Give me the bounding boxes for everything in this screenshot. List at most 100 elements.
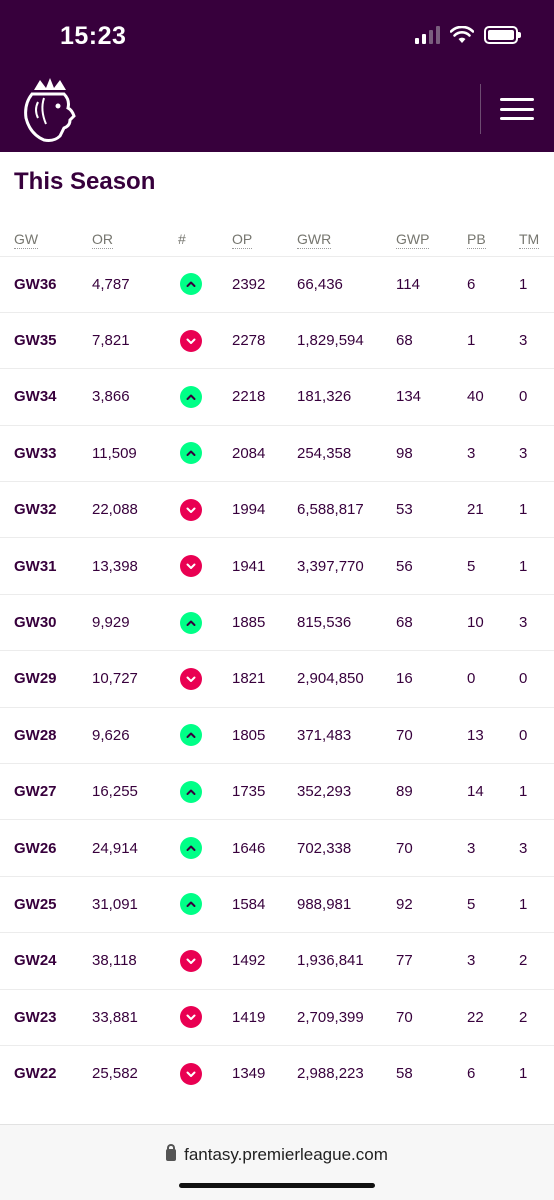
rank-up-icon — [180, 442, 202, 465]
cell-gwr: 352,293 — [297, 763, 396, 820]
cell-tm: 0 — [519, 706, 554, 764]
table-row[interactable]: GW30 9,929 1885 815,536 68 10 3 — [0, 593, 554, 651]
rank-change-cell — [178, 481, 232, 538]
cell-tm: 1 — [519, 875, 554, 933]
cell-gwp: 77 — [396, 932, 467, 990]
cell-gw: GW34 — [0, 368, 92, 426]
column-header-tm[interactable]: TM — [519, 230, 540, 249]
cell-gwr: 371,483 — [297, 706, 396, 764]
cell-pb: 1 — [467, 311, 519, 369]
cell-gw: GW33 — [0, 424, 92, 482]
cell-pb: 21 — [467, 481, 519, 538]
column-header-or[interactable]: OR — [92, 230, 113, 249]
hamburger-menu-icon[interactable] — [500, 98, 534, 120]
table-row[interactable]: GW32 22,088 1994 6,588,817 53 21 1 — [0, 481, 554, 538]
rank-down-icon — [180, 498, 202, 521]
column-header-rank-change[interactable]: # — [178, 231, 186, 248]
table-row[interactable]: GW24 38,118 1492 1,936,841 77 3 2 — [0, 932, 554, 990]
url-text: fantasy.premierleague.com — [184, 1145, 388, 1164]
table-row[interactable]: GW33 11,509 2084 254,358 98 3 3 — [0, 424, 554, 482]
cell-gwr: 66,436 — [297, 255, 396, 313]
rank-change-cell — [178, 593, 232, 651]
cell-gwp: 70 — [396, 819, 467, 877]
cell-pb: 14 — [467, 763, 519, 820]
table-row[interactable]: GW26 24,914 1646 702,338 70 3 3 — [0, 819, 554, 877]
cell-pb: 3 — [467, 424, 519, 482]
rank-change-cell — [178, 706, 232, 764]
cell-gwr: 2,709,399 — [297, 988, 396, 1046]
cell-gw: GW30 — [0, 593, 92, 651]
cell-op: 2218 — [232, 368, 297, 426]
rank-down-icon — [180, 329, 202, 352]
table-row[interactable]: GW27 16,255 1735 352,293 89 14 1 — [0, 763, 554, 820]
cell-or: 9,626 — [92, 706, 178, 764]
rank-down-icon — [180, 1062, 202, 1085]
cell-gw: GW28 — [0, 706, 92, 764]
cell-gwp: 58 — [396, 1044, 467, 1102]
table-row[interactable]: GW31 13,398 1941 3,397,770 56 5 1 — [0, 537, 554, 595]
cell-gw: GW22 — [0, 1044, 92, 1102]
cell-op: 1646 — [232, 819, 297, 877]
rank-up-icon — [180, 893, 202, 916]
cell-gwr: 1,829,594 — [297, 311, 396, 369]
rank-down-icon — [180, 949, 202, 972]
cell-gw: GW25 — [0, 875, 92, 933]
table-row[interactable]: GW34 3,866 2218 181,326 134 40 0 — [0, 368, 554, 426]
status-icons — [415, 26, 521, 44]
cell-tm: 0 — [519, 650, 554, 708]
cell-gw: GW23 — [0, 988, 92, 1046]
cell-pb: 0 — [467, 650, 519, 708]
column-header-gw[interactable]: GW — [14, 230, 39, 249]
cell-or: 7,821 — [92, 311, 178, 369]
cell-gwp: 98 — [396, 424, 467, 482]
column-header-gwr[interactable]: GWR — [297, 230, 332, 249]
cell-gwr: 6,588,817 — [297, 481, 396, 538]
cell-gwp: 16 — [396, 650, 467, 708]
cell-tm: 2 — [519, 932, 554, 990]
cell-pb: 13 — [467, 706, 519, 764]
home-indicator[interactable] — [179, 1183, 375, 1188]
cell-or: 22,088 — [92, 481, 178, 538]
cell-tm: 1 — [519, 255, 554, 313]
table-row[interactable]: GW25 31,091 1584 988,981 92 5 1 — [0, 875, 554, 933]
header-divider — [480, 84, 481, 134]
cell-gwp: 92 — [396, 875, 467, 933]
cell-gw: GW29 — [0, 650, 92, 708]
column-header-op[interactable]: OP — [232, 230, 253, 249]
cell-gwr: 3,397,770 — [297, 537, 396, 595]
cell-op: 1994 — [232, 481, 297, 538]
table-row[interactable]: GW35 7,821 2278 1,829,594 68 1 3 — [0, 311, 554, 369]
table-row[interactable]: GW29 10,727 1821 2,904,850 16 0 0 — [0, 650, 554, 708]
cell-pb: 6 — [467, 1044, 519, 1102]
cell-gwr: 2,988,223 — [297, 1044, 396, 1102]
cell-gwp: 68 — [396, 593, 467, 651]
cell-gw: GW35 — [0, 311, 92, 369]
cell-tm: 2 — [519, 988, 554, 1046]
rank-change-cell — [178, 368, 232, 426]
cell-or: 24,914 — [92, 819, 178, 877]
site-header: 15:23 — [0, 0, 554, 152]
status-time: 15:23 — [60, 22, 127, 50]
url-field[interactable]: fantasy.premierleague.com — [0, 1144, 554, 1165]
cell-pb: 6 — [467, 255, 519, 313]
rank-change-cell — [178, 932, 232, 990]
table-row[interactable]: GW22 25,582 1349 2,988,223 58 6 1 — [0, 1044, 554, 1102]
column-header-pb[interactable]: PB — [467, 230, 486, 249]
cell-gwp: 53 — [396, 481, 467, 538]
cell-tm: 0 — [519, 368, 554, 426]
cell-gw: GW36 — [0, 255, 92, 313]
premier-league-logo-icon[interactable] — [20, 76, 80, 144]
rank-change-cell — [178, 1044, 232, 1102]
table-row[interactable]: GW28 9,626 1805 371,483 70 13 0 — [0, 706, 554, 764]
cell-gwr: 815,536 — [297, 593, 396, 651]
column-header-gwp[interactable]: GWP — [396, 230, 430, 249]
cell-pb: 22 — [467, 988, 519, 1046]
table-row[interactable]: GW23 33,881 1419 2,709,399 70 22 2 — [0, 988, 554, 1046]
cell-or: 3,866 — [92, 368, 178, 426]
cell-gwr: 702,338 — [297, 819, 396, 877]
cell-or: 16,255 — [92, 763, 178, 820]
rank-change-cell — [178, 650, 232, 708]
cell-pb: 3 — [467, 932, 519, 990]
table-row[interactable]: GW36 4,787 2392 66,436 114 6 1 — [0, 255, 554, 313]
cell-gw: GW31 — [0, 537, 92, 595]
